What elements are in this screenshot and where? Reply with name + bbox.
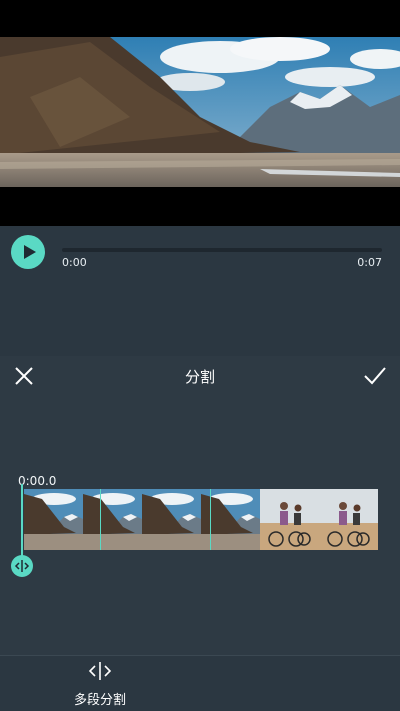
multi-split-button[interactable]: 多段分割	[60, 656, 140, 711]
timeline-frames-cyclists	[260, 489, 378, 550]
playhead[interactable]	[21, 484, 23, 564]
split-icon	[88, 662, 112, 680]
total-time: 0:07	[357, 256, 382, 269]
edit-title: 分割	[184, 368, 215, 386]
timeline-timecode: 0:00.0	[18, 474, 57, 488]
current-time: 0:00	[62, 256, 87, 269]
timeline-frames-mountain	[24, 489, 260, 550]
playhead-handle[interactable]	[11, 555, 33, 577]
timeline-strip[interactable]	[24, 489, 378, 550]
mountain-landscape-image	[0, 37, 400, 187]
video-preview	[0, 0, 400, 226]
play-icon	[24, 245, 36, 259]
split-handle-icon	[14, 560, 30, 572]
progress-bar[interactable]	[62, 248, 382, 252]
split-marker[interactable]	[210, 489, 211, 550]
confirm-button[interactable]	[362, 364, 388, 388]
edit-header: 分割	[0, 356, 400, 396]
check-icon	[364, 367, 386, 385]
bottom-toolbar: 多段分割	[0, 655, 400, 711]
player-controls: 0:00 0:07	[0, 226, 400, 356]
preview-frame	[0, 37, 400, 187]
split-marker[interactable]	[100, 489, 101, 550]
play-button[interactable]	[11, 235, 45, 269]
multi-split-label: 多段分割	[73, 693, 126, 708]
split-edit-panel: 分割 0:00.0 多段分割	[0, 356, 400, 711]
